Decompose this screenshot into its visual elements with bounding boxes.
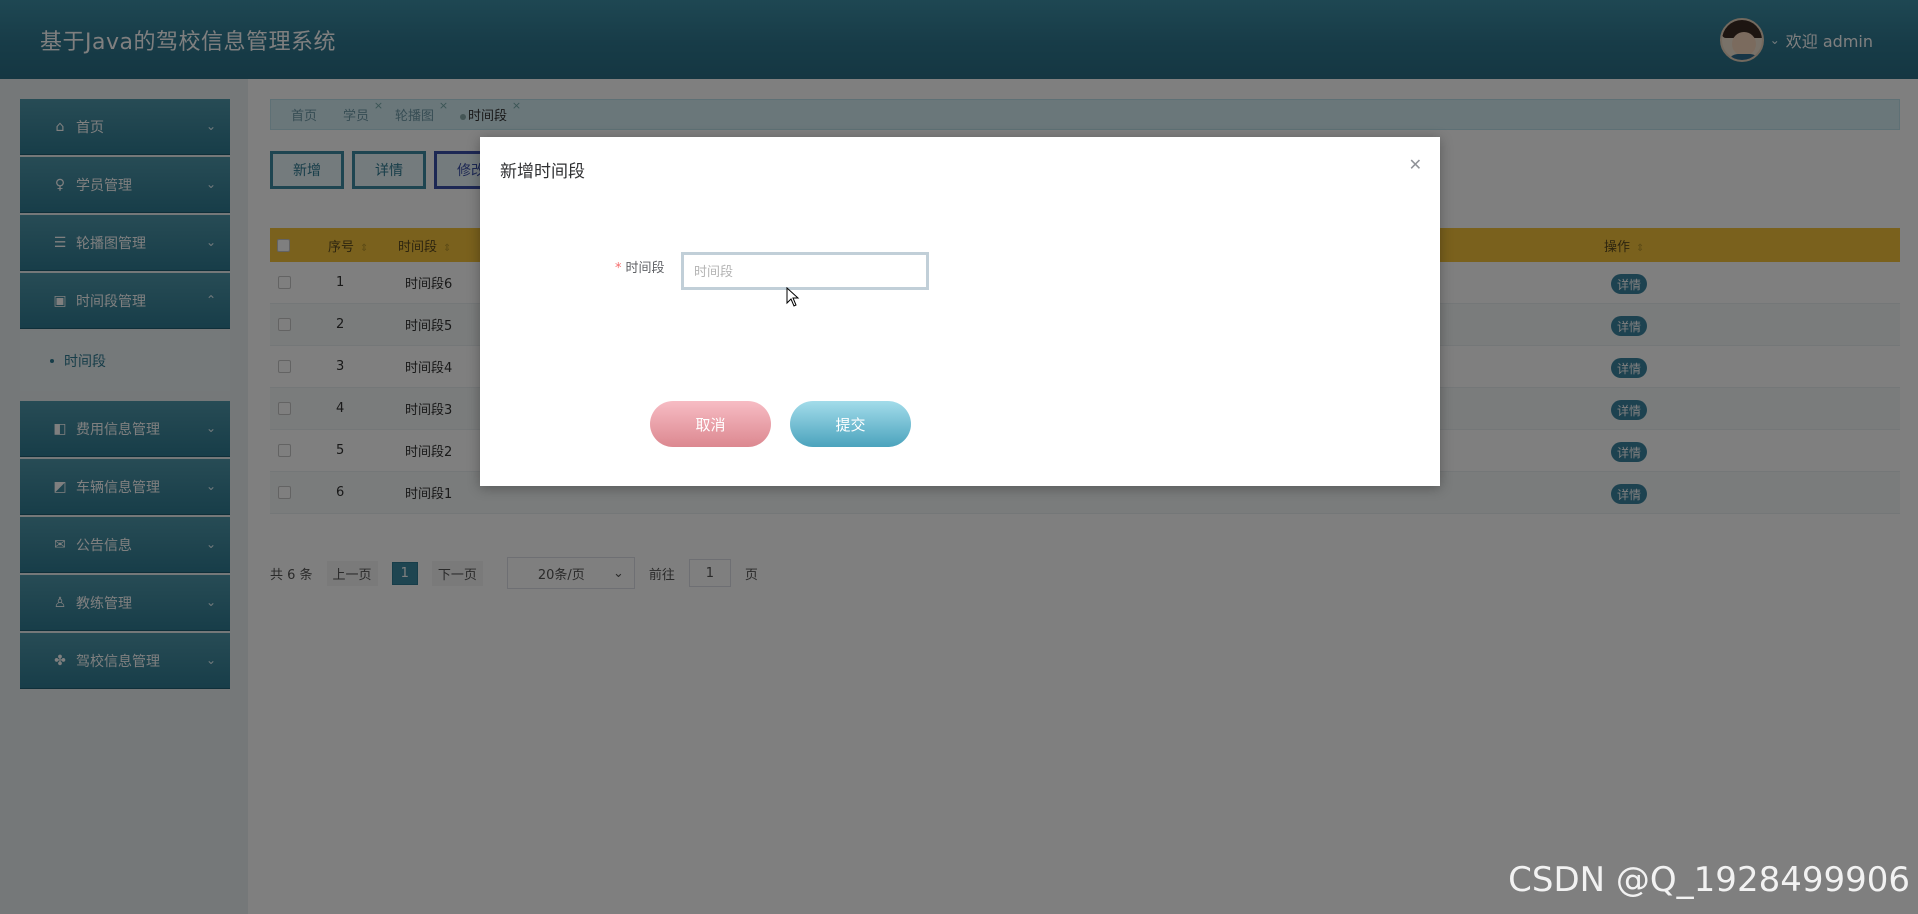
- submit-button[interactable]: 提交: [790, 401, 911, 447]
- required-asterisk: *: [615, 261, 622, 276]
- timeslot-field-label: * 时间段: [615, 261, 665, 276]
- mouse-pointer-icon: [786, 287, 800, 307]
- add-timeslot-dialog: 新增时间段 ✕ *时间段 取消 提交: [480, 137, 1440, 486]
- close-icon[interactable]: ✕: [1409, 155, 1422, 174]
- timeslot-input[interactable]: [681, 252, 929, 290]
- cancel-button[interactable]: 取消: [650, 401, 771, 447]
- dialog-title: 新增时间段: [500, 162, 585, 182]
- watermark: CSDN @Q_1928499906: [1508, 860, 1910, 900]
